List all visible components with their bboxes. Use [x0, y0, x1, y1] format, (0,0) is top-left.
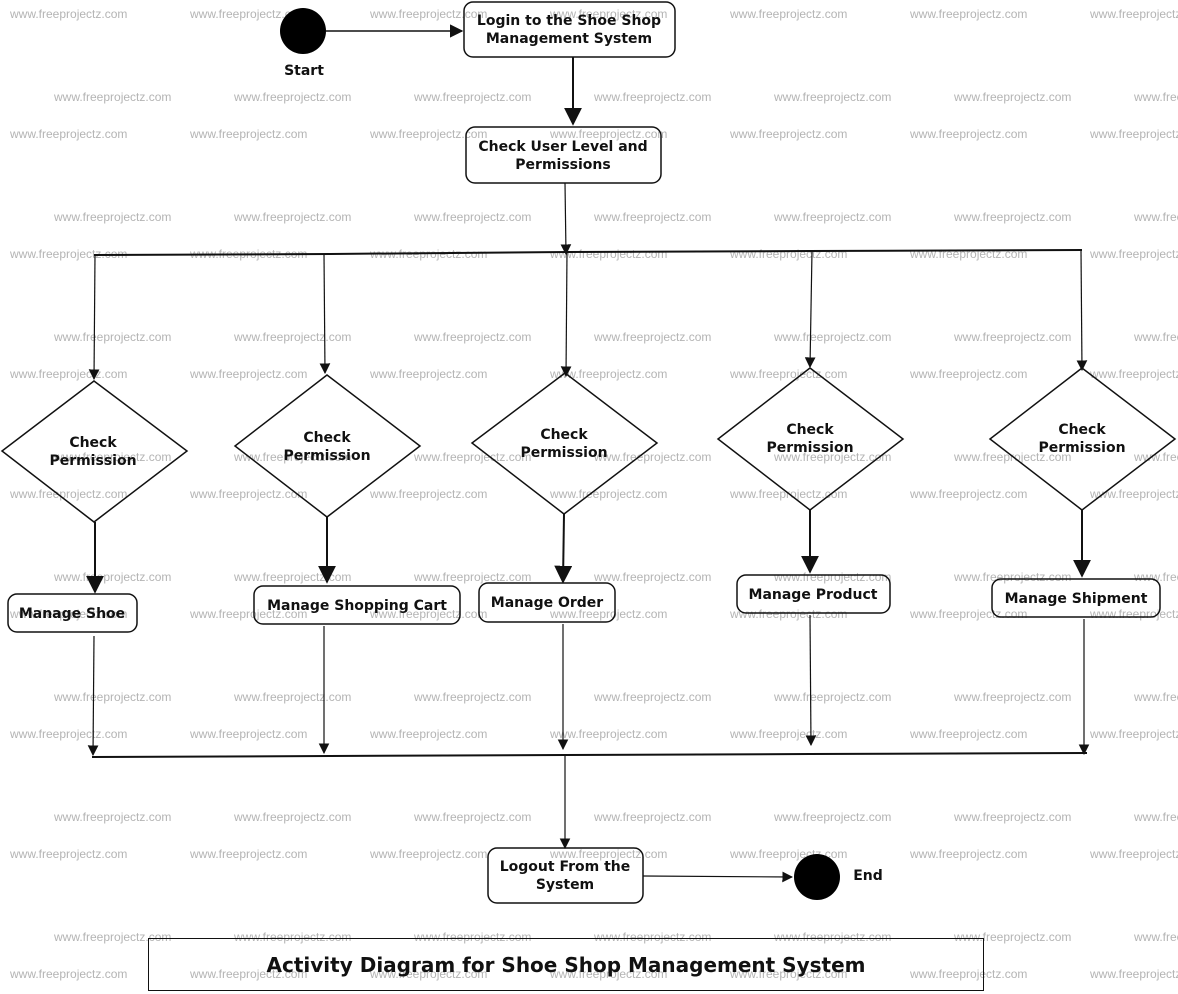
branch-manage-product: Check Permission Manage Product	[716, 250, 905, 747]
activity-login-line-1: Login to the Shoe Shop	[477, 13, 661, 29]
activity-logout: Logout From the System	[487, 847, 644, 904]
decision-line-2: Permission	[283, 448, 370, 464]
flow-decision-to-action	[554, 513, 573, 584]
start-label: Start	[284, 63, 324, 79]
action-label: Manage Shoe	[19, 606, 125, 622]
decision-line-1: Check	[1058, 422, 1106, 438]
decision-line-1: Check	[69, 435, 117, 451]
decision-diamond	[716, 367, 905, 511]
activity-check-level-line-2: Permissions	[515, 157, 610, 173]
branch-manage-shoe: Check Permission Manage Shoe	[0, 254, 189, 757]
diagram-title: Activity Diagram for Shoe Shop Managemen…	[266, 952, 866, 977]
activity-logout-line-2: System	[536, 877, 594, 893]
decision-line-2: Permission	[766, 440, 853, 456]
decision-line-2: Permission	[520, 445, 607, 461]
action-label: Manage Order	[491, 595, 604, 611]
decision-line-1: Check	[540, 427, 588, 443]
decision-diamond	[988, 367, 1177, 511]
flow-check-level-to-fork	[560, 182, 572, 256]
action-label: Manage Product	[749, 587, 878, 603]
activity-check-level-line-1: Check User Level and	[478, 139, 647, 155]
action-label: Manage Shipment	[1005, 591, 1148, 607]
flow-fork-to-decision	[319, 253, 331, 375]
fork-bar	[93, 249, 1083, 256]
branch-manage-order: Check Permission Manage Order	[470, 251, 659, 751]
decision-diamond	[233, 374, 422, 518]
flow-fork-to-decision	[560, 251, 572, 378]
flow-fork-to-decision	[88, 254, 100, 381]
diagram-title-box: Activity Diagram for Shoe Shop Managemen…	[148, 938, 984, 991]
flow-action-to-join	[805, 614, 817, 747]
branch-manage-shopping-cart: Check Permission Manage Shopping Cart	[233, 253, 461, 755]
join-bar	[91, 752, 1088, 758]
flow-logout-to-end	[642, 871, 794, 883]
activity-login: Login to the Shoe Shop Management System	[463, 1, 676, 58]
decision-line-2: Permission	[49, 453, 136, 469]
end-node	[794, 854, 840, 900]
branch-manage-shipment: Check Permission Manage Shipment	[988, 249, 1177, 756]
decision-diamond	[0, 380, 189, 523]
action-label: Manage Shopping Cart	[267, 598, 447, 614]
start-node	[280, 8, 326, 54]
decision-line-1: Check	[303, 430, 351, 446]
decision-line-1: Check	[786, 422, 834, 438]
activity-diagram: Start Login to the Shoe Shop Management …	[0, 1, 1177, 904]
flow-fork-to-decision	[1076, 249, 1088, 372]
decision-diamond	[470, 372, 659, 515]
flow-fork-to-decision	[804, 250, 816, 369]
activity-login-line-2: Management System	[486, 31, 652, 47]
decision-line-2: Permission	[1038, 440, 1125, 456]
activity-check-user-level: Check User Level and Permissions	[465, 126, 662, 184]
activity-logout-line-1: Logout From the	[500, 859, 631, 875]
flow-action-to-join	[87, 635, 99, 757]
end-label: End	[853, 868, 883, 884]
